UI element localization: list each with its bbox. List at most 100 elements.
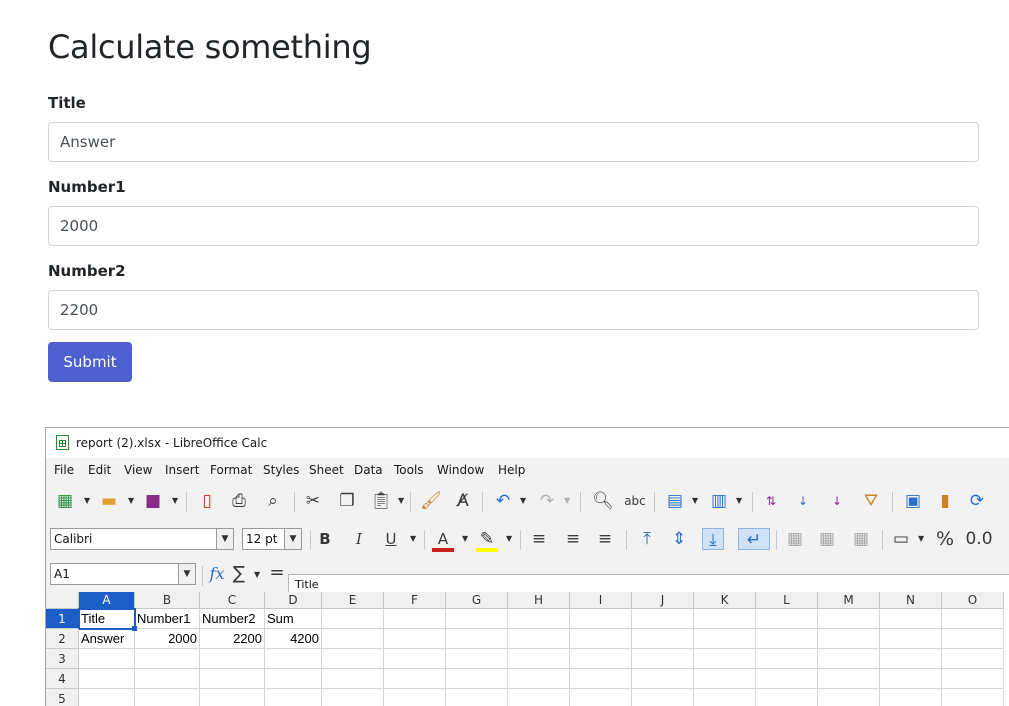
find-replace-icon[interactable]: 🔍︎ bbox=[592, 490, 614, 512]
cell-d1[interactable]: Sum bbox=[265, 609, 322, 629]
column-header-a[interactable]: A bbox=[79, 592, 135, 609]
cell-k4[interactable] bbox=[694, 669, 756, 689]
menu-tools[interactable]: Tools bbox=[394, 463, 424, 477]
sort-descending-icon[interactable]: ↓ bbox=[826, 490, 848, 512]
currency-dropdown-icon[interactable]: ▼ bbox=[918, 534, 926, 543]
cell-a4[interactable] bbox=[79, 669, 135, 689]
italic-button[interactable]: I bbox=[348, 528, 370, 550]
decimal-format-button[interactable]: 0.0 bbox=[964, 528, 994, 550]
cell-l4[interactable] bbox=[756, 669, 818, 689]
cell-h4[interactable] bbox=[508, 669, 570, 689]
select-all-corner[interactable] bbox=[46, 592, 79, 609]
menu-insert[interactable]: Insert bbox=[165, 463, 199, 477]
insert-chart-icon[interactable]: ▮ bbox=[934, 490, 956, 512]
cell-h2[interactable] bbox=[508, 629, 570, 649]
column-header-h[interactable]: H bbox=[508, 592, 570, 609]
row-dropdown-icon[interactable]: ▼ bbox=[692, 496, 700, 505]
fill-handle[interactable] bbox=[132, 626, 137, 631]
sum-dropdown-icon[interactable]: ▼ bbox=[254, 570, 262, 579]
cell-i3[interactable] bbox=[570, 649, 632, 669]
cell-j2[interactable] bbox=[632, 629, 694, 649]
row-icon[interactable]: ▤ bbox=[664, 490, 686, 512]
cell-m4[interactable] bbox=[818, 669, 880, 689]
cell-e3[interactable] bbox=[322, 649, 384, 669]
cell-e1[interactable] bbox=[322, 609, 384, 629]
print-preview-icon[interactable]: ⌕ bbox=[262, 490, 284, 512]
cell-l2[interactable] bbox=[756, 629, 818, 649]
chevron-down-icon[interactable]: ▼ bbox=[284, 529, 301, 549]
cell-j5[interactable] bbox=[632, 689, 694, 706]
highlight-dropdown-icon[interactable]: ▼ bbox=[506, 534, 514, 543]
align-left-icon[interactable]: ≡ bbox=[528, 528, 550, 550]
center-vertically-icon[interactable]: ⇕ bbox=[668, 528, 690, 550]
cell-l3[interactable] bbox=[756, 649, 818, 669]
sort-ascending-icon[interactable]: ↓ bbox=[792, 490, 814, 512]
cell-n1[interactable] bbox=[880, 609, 942, 629]
column-header-d[interactable]: D bbox=[265, 592, 322, 609]
cell-b2[interactable]: 2000 bbox=[135, 629, 200, 649]
cell-i5[interactable] bbox=[570, 689, 632, 706]
column-header-c[interactable]: C bbox=[200, 592, 265, 609]
cell-c5[interactable] bbox=[200, 689, 265, 706]
cell-e5[interactable] bbox=[322, 689, 384, 706]
column-icon[interactable]: ▥ bbox=[708, 490, 730, 512]
row-header-5[interactable]: 5 bbox=[46, 689, 79, 706]
cell-b5[interactable] bbox=[135, 689, 200, 706]
cell-c2[interactable]: 2200 bbox=[200, 629, 265, 649]
cell-f3[interactable] bbox=[384, 649, 446, 669]
cell-c1[interactable]: Number2 bbox=[200, 609, 265, 629]
cell-j4[interactable] bbox=[632, 669, 694, 689]
cell-n2[interactable] bbox=[880, 629, 942, 649]
cell-f1[interactable] bbox=[384, 609, 446, 629]
menu-edit[interactable]: Edit bbox=[88, 463, 111, 477]
name-box[interactable]: A1 ▼ bbox=[50, 563, 196, 585]
column-header-j[interactable]: J bbox=[632, 592, 694, 609]
export-pdf-icon[interactable]: ▯ bbox=[196, 490, 218, 512]
row-header-2[interactable]: 2 bbox=[46, 629, 79, 649]
highlight-icon[interactable]: ✎ bbox=[476, 528, 498, 552]
align-right-icon[interactable]: ≡ bbox=[594, 528, 616, 550]
cell-d3[interactable] bbox=[265, 649, 322, 669]
underline-dropdown-icon[interactable]: ▼ bbox=[410, 534, 418, 543]
menu-window[interactable]: Window bbox=[437, 463, 484, 477]
cell-m1[interactable] bbox=[818, 609, 880, 629]
cell-n5[interactable] bbox=[880, 689, 942, 706]
autofilter-icon[interactable]: ⛛ bbox=[860, 490, 882, 512]
cell-g5[interactable] bbox=[446, 689, 508, 706]
cell-g2[interactable] bbox=[446, 629, 508, 649]
number2-input[interactable] bbox=[48, 290, 979, 330]
row-header-1[interactable]: 1 bbox=[46, 609, 79, 629]
cell-g3[interactable] bbox=[446, 649, 508, 669]
undo-dropdown-icon[interactable]: ▼ bbox=[520, 496, 528, 505]
spelling-icon[interactable]: abc bbox=[624, 490, 646, 512]
column-header-b[interactable]: B bbox=[135, 592, 200, 609]
cell-h5[interactable] bbox=[508, 689, 570, 706]
title-input[interactable] bbox=[48, 122, 979, 162]
undo-icon[interactable]: ↶ bbox=[492, 490, 514, 512]
open-dropdown-icon[interactable]: ▼ bbox=[128, 496, 136, 505]
align-top-icon[interactable]: ⤒ bbox=[636, 528, 658, 550]
column-header-g[interactable]: G bbox=[446, 592, 508, 609]
column-header-e[interactable]: E bbox=[322, 592, 384, 609]
font-name-box[interactable]: Calibri ▼ bbox=[50, 528, 234, 550]
copy-icon[interactable]: ❐ bbox=[336, 490, 358, 512]
cut-icon[interactable]: ✂ bbox=[302, 490, 324, 512]
cell-k2[interactable] bbox=[694, 629, 756, 649]
cell-a1[interactable]: Title bbox=[78, 608, 136, 630]
cell-b4[interactable] bbox=[135, 669, 200, 689]
font-color-dropdown-icon[interactable]: ▼ bbox=[462, 534, 470, 543]
new-dropdown-icon[interactable]: ▼ bbox=[84, 496, 92, 505]
formula-button[interactable]: = bbox=[266, 562, 288, 584]
menu-format[interactable]: Format bbox=[210, 463, 252, 477]
cell-m3[interactable] bbox=[818, 649, 880, 669]
row-header-4[interactable]: 4 bbox=[46, 669, 79, 689]
cell-b1[interactable]: Number1 bbox=[135, 609, 200, 629]
menu-view[interactable]: View bbox=[124, 463, 152, 477]
cell-k3[interactable] bbox=[694, 649, 756, 669]
clone-formatting-icon[interactable]: 🖌︎ bbox=[420, 490, 442, 512]
print-icon[interactable]: ⎙ bbox=[228, 490, 250, 512]
cell-c3[interactable] bbox=[200, 649, 265, 669]
column-dropdown-icon[interactable]: ▼ bbox=[736, 496, 744, 505]
clear-formatting-icon[interactable]: A̸ bbox=[452, 490, 474, 512]
cell-g1[interactable] bbox=[446, 609, 508, 629]
